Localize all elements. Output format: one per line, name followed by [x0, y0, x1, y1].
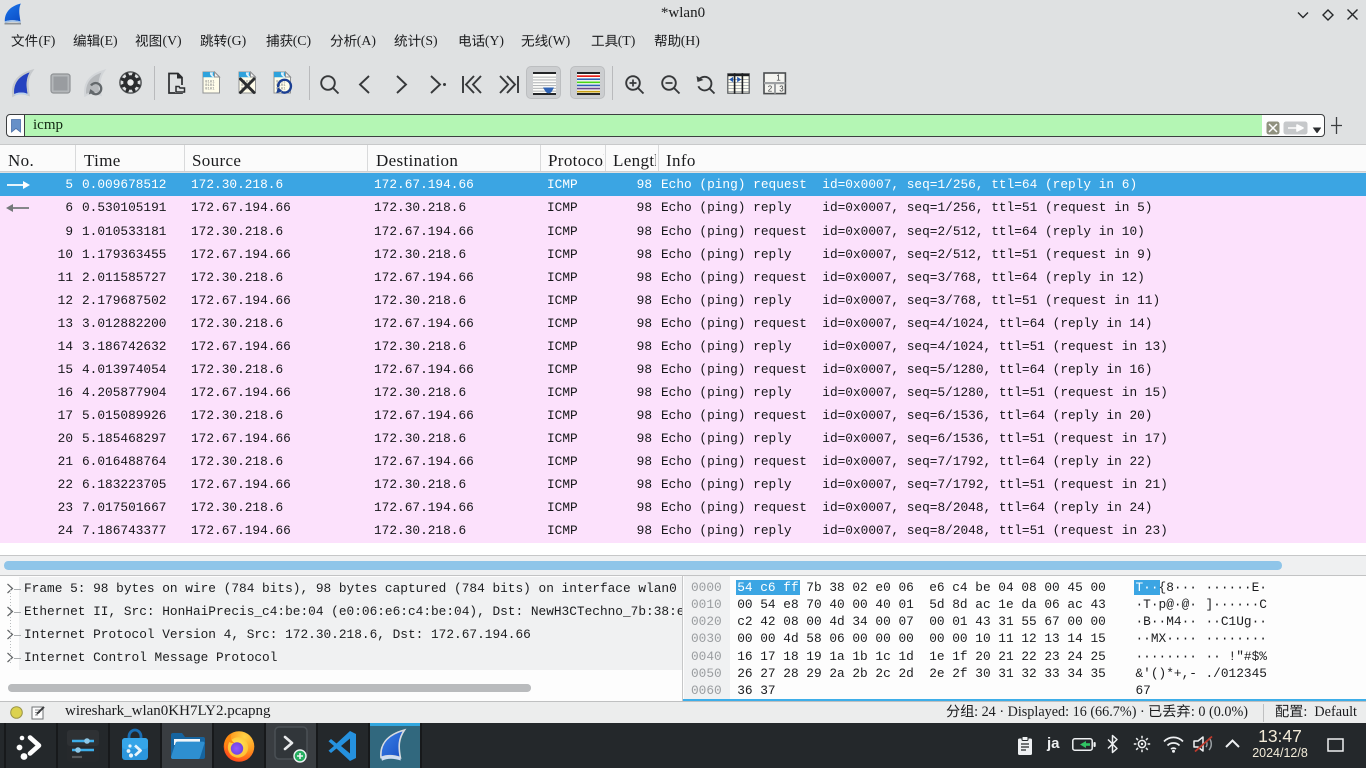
svg-text:2: 2	[768, 85, 773, 94]
svg-text:1: 1	[776, 74, 781, 83]
svg-text:3: 3	[779, 85, 784, 94]
svg-text:0101: 0101	[205, 88, 215, 92]
